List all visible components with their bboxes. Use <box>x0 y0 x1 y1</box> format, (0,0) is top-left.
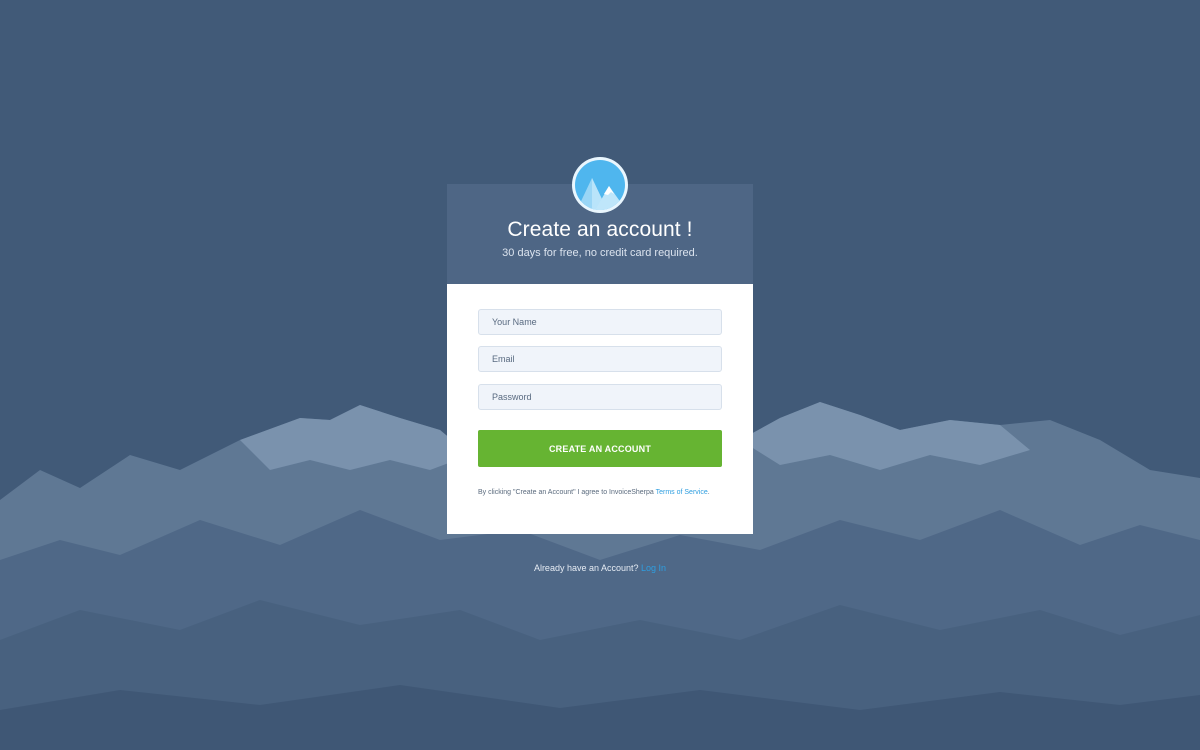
login-prompt-text: Already have an Account? <box>533 563 642 573</box>
email-input[interactable] <box>478 346 722 372</box>
terms-prefix: By clicking "Create an Account" I agree … <box>478 489 656 496</box>
page-subtitle: 30 days for free, no credit card require… <box>502 247 698 259</box>
login-prompt: Already have an Account? Log In <box>400 563 800 573</box>
terms-text: By clicking "Create an Account" I agree … <box>478 489 728 496</box>
login-link[interactable]: Log In <box>641 563 666 573</box>
mountain-logo-icon <box>572 157 628 213</box>
create-account-button[interactable]: CREATE AN ACCOUNT <box>478 430 722 467</box>
terms-of-service-link[interactable]: Terms of Service <box>656 489 708 496</box>
password-input[interactable] <box>478 384 722 410</box>
terms-suffix: . <box>707 489 710 496</box>
page-title: Create an account ! <box>507 218 693 241</box>
name-input[interactable] <box>478 309 722 335</box>
